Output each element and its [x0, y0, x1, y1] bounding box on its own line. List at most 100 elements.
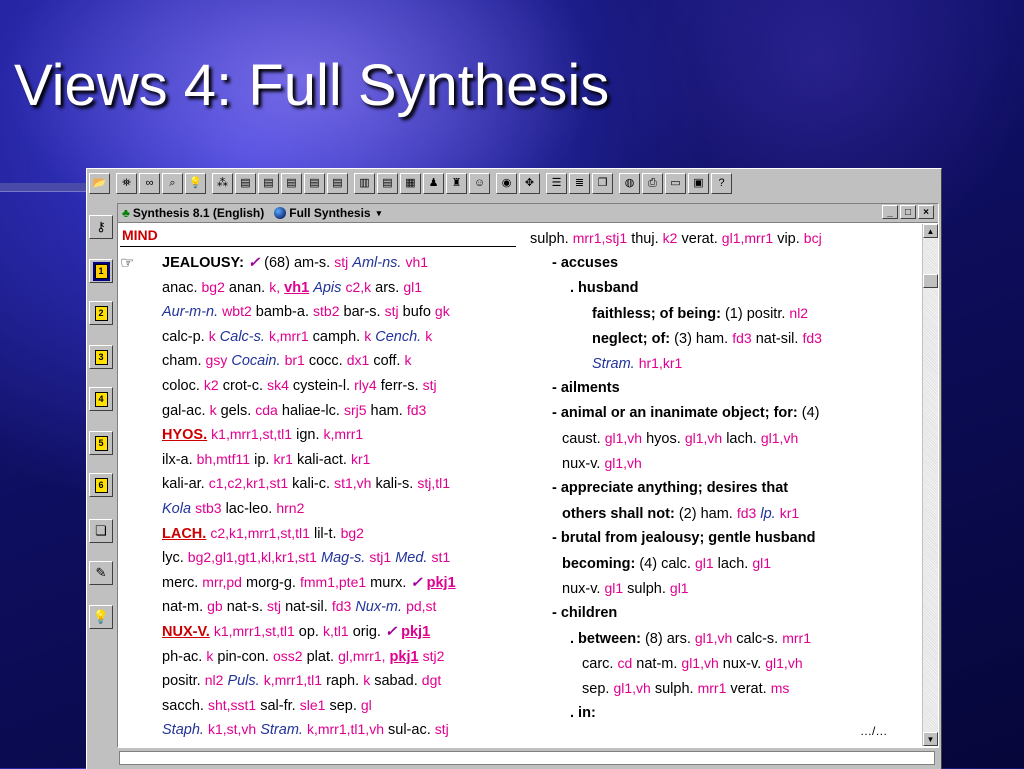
author-ref[interactable]: rly4 — [354, 377, 377, 393]
author-ref[interactable]: c1,c2,kr1,st1 — [209, 475, 288, 491]
author-ref[interactable]: st1 — [431, 549, 450, 565]
lightbulb-button[interactable]: 💡 — [185, 172, 206, 194]
author-ref[interactable]: fd3 — [737, 505, 756, 521]
author-ref[interactable]: hrn2 — [276, 500, 304, 516]
author-ref[interactable]: gl,mrr1, — [338, 648, 385, 664]
author-ref[interactable]: stj — [435, 721, 449, 737]
author-ref[interactable]: gk — [435, 303, 450, 319]
author-ref[interactable]: cda — [255, 402, 278, 418]
people-list-button[interactable]: ♜ — [446, 172, 467, 194]
grid-button[interactable]: ▦ — [400, 172, 421, 194]
author-ref[interactable]: dx1 — [347, 352, 370, 368]
help-button[interactable]: ? — [711, 172, 732, 194]
open-folder-button[interactable]: 📂 — [89, 172, 110, 194]
clipboard-3-button[interactable]: 3 — [89, 345, 113, 369]
author-ref[interactable]: k1,mrr1,st,tl1 — [211, 426, 292, 442]
smiley-button[interactable]: ☺ — [469, 172, 490, 194]
author-ref[interactable]: k — [364, 328, 371, 344]
list-button[interactable]: ≣ — [569, 172, 590, 194]
clipboard-2-button[interactable]: 2 — [89, 301, 113, 325]
author-ref[interactable]: gl1,vh — [695, 630, 732, 646]
vertical-scrollbar[interactable]: ▲ ▼ — [922, 224, 938, 746]
key-button[interactable]: ⚷ — [89, 215, 113, 239]
chevron-down-icon[interactable]: ▾ — [377, 208, 382, 219]
author-ref[interactable]: gl1 — [752, 555, 771, 571]
remedy-text[interactable]: Puls. — [227, 673, 259, 689]
author-ref[interactable]: gsy — [206, 352, 228, 368]
author-ref[interactable]: bh,mtf11 — [197, 451, 250, 467]
author-ref[interactable]: stj1 — [369, 549, 391, 565]
globe-button[interactable]: ◍ — [619, 172, 640, 194]
remedy-text[interactable]: Kola — [162, 501, 191, 517]
author-ref[interactable]: sht,sst1 — [208, 697, 256, 713]
remedy-text[interactable]: Stram. — [592, 356, 635, 372]
author-ref[interactable]: c2,k — [345, 279, 371, 295]
minimize-button[interactable]: _ — [882, 205, 898, 219]
clipboard-6-button[interactable]: 6 — [89, 473, 113, 497]
author-ref[interactable]: pkj1 — [390, 649, 419, 665]
author-ref[interactable]: stb2 — [313, 303, 339, 319]
author-ref[interactable]: c2,k1,mrr1,st,tl1 — [210, 525, 310, 541]
author-ref[interactable]: pkj1 — [427, 575, 456, 591]
author-ref[interactable]: bg2 — [341, 525, 364, 541]
scroll-thumb[interactable] — [923, 274, 938, 288]
graph-button[interactable]: ⁂ — [212, 172, 233, 194]
repertory-right-pane[interactable]: sulph. mrr1,stj1 thuj. k2 verat. gl1,mrr… — [530, 224, 922, 744]
author-ref[interactable]: stj — [267, 598, 281, 614]
author-ref[interactable]: cd — [617, 655, 632, 671]
clipboard-2-button[interactable]: ▤ — [258, 172, 279, 194]
author-ref[interactable]: mrr1 — [782, 630, 811, 646]
remedy-text[interactable]: Aml-ns. — [352, 255, 401, 271]
copy-button[interactable]: ❐ — [592, 172, 613, 194]
author-ref[interactable]: pkj1 — [401, 624, 430, 640]
clipboard-5-button[interactable]: ▤ — [327, 172, 348, 194]
glasses-button[interactable]: ∞ — [139, 172, 160, 194]
remedy-text[interactable]: Staph. — [162, 722, 204, 738]
remedy-text[interactable]: Stram. — [260, 722, 303, 738]
author-ref[interactable]: k,mrr1 — [269, 328, 309, 344]
author-ref[interactable]: gl1,vh — [681, 655, 718, 671]
author-ref[interactable]: k2 — [204, 377, 219, 393]
author-ref[interactable]: stj — [423, 377, 437, 393]
author-ref[interactable]: k,mrr1,tl1 — [264, 672, 322, 688]
author-ref[interactable]: vh1 — [405, 254, 428, 270]
remedy-text[interactable]: Cocain. — [231, 353, 280, 369]
author-ref[interactable]: dgt — [422, 672, 441, 688]
author-ref[interactable]: k — [425, 328, 432, 344]
remedy-text[interactable]: LACH. — [162, 526, 206, 542]
author-ref[interactable]: srj5 — [344, 402, 367, 418]
remedy-book-button[interactable]: ▤ — [377, 172, 398, 194]
remedy-text[interactable]: NUX-V. — [162, 624, 210, 640]
author-ref[interactable]: gl1,vh — [761, 430, 798, 446]
photo-button[interactable]: ▣ — [688, 172, 709, 194]
magnifier-button[interactable]: ⌕ — [162, 172, 183, 194]
author-ref[interactable]: st1,vh — [334, 475, 371, 491]
remedy-text[interactable]: Mag-s. — [321, 550, 365, 566]
author-ref[interactable]: fd3 — [732, 330, 751, 346]
author-ref[interactable]: stj2 — [423, 648, 445, 664]
author-ref[interactable]: k, — [269, 279, 280, 295]
author-ref[interactable]: fd3 — [332, 598, 351, 614]
binoculars-button[interactable]: ⛯ — [116, 172, 137, 194]
clipboard-4-button[interactable]: 4 — [89, 387, 113, 411]
author-ref[interactable]: stb3 — [195, 500, 221, 516]
author-ref[interactable]: stj,tl1 — [417, 475, 450, 491]
clipboard-1-button[interactable]: 1 — [89, 259, 113, 283]
scroll-down-arrow[interactable]: ▼ — [923, 732, 938, 746]
view-selector[interactable]: Full Synthesis — [289, 206, 370, 220]
author-ref[interactable]: oss2 — [273, 648, 303, 664]
repertory-left-pane[interactable]: MIND ☞ JEALOUSY: ✓ (68) am-s. stj Aml-ns… — [120, 224, 518, 744]
author-ref[interactable]: gl1,vh — [765, 655, 802, 671]
card-button[interactable]: ▭ — [665, 172, 686, 194]
author-ref[interactable]: stj — [385, 303, 399, 319]
author-ref[interactable]: k,mrr1 — [324, 426, 364, 442]
author-ref[interactable]: bg2 — [202, 279, 225, 295]
bar-chart-button[interactable]: ▥ — [354, 172, 375, 194]
author-ref[interactable]: fd3 — [407, 402, 426, 418]
author-ref[interactable]: bg2,gl1,gt1,kl,kr1,st1 — [188, 549, 317, 565]
remedy-text[interactable]: Cench. — [375, 329, 421, 345]
remedy-text[interactable]: Apis — [313, 280, 341, 296]
author-ref[interactable]: ms — [771, 680, 790, 696]
author-ref[interactable]: fd3 — [802, 330, 821, 346]
remedy-text[interactable]: Calc-s. — [220, 329, 265, 345]
